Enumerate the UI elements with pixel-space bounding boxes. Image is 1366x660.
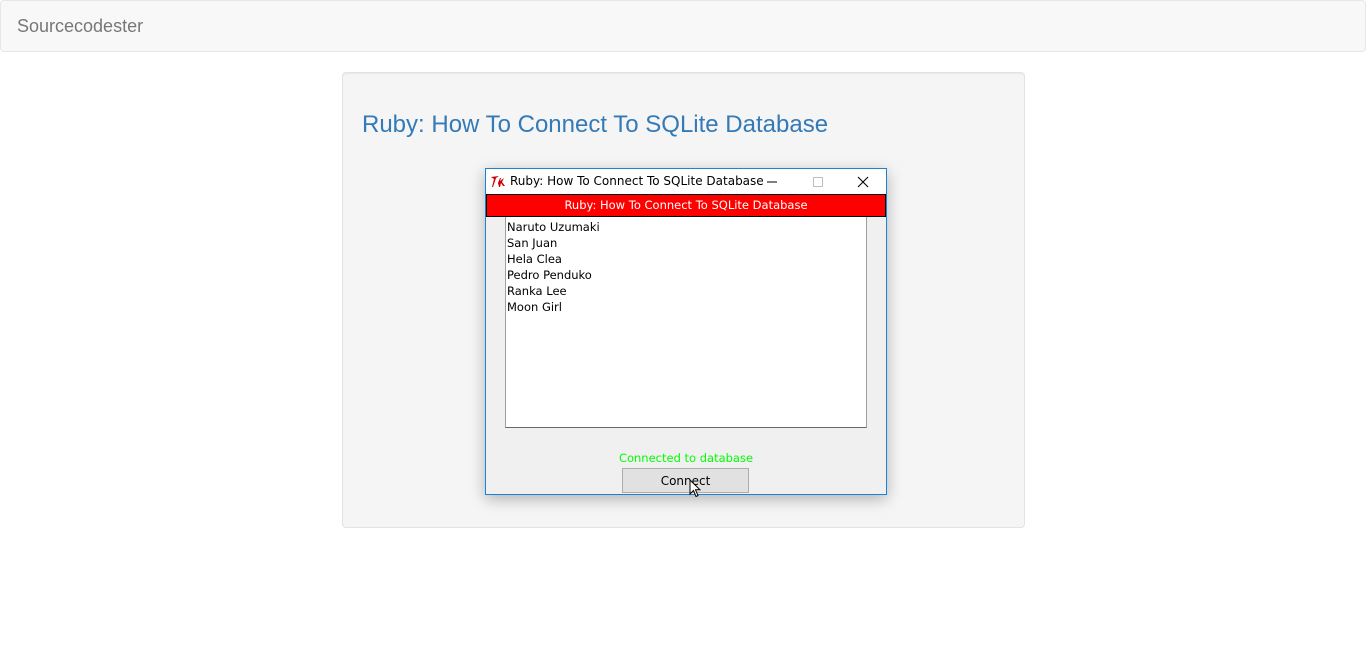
close-button[interactable] — [840, 169, 886, 194]
minimize-icon — [767, 181, 777, 183]
tk-feather-icon — [490, 174, 506, 190]
minimize-button[interactable] — [749, 169, 795, 194]
list-item[interactable]: San Juan — [507, 235, 557, 251]
page-title: Ruby: How To Connect To SQLite Database — [362, 111, 829, 138]
tk-app-window: Ruby: How To Connect To SQLite Database … — [485, 168, 887, 495]
connection-status: Connected to database — [618, 451, 754, 465]
list-item[interactable]: Ranka Lee — [507, 283, 567, 299]
close-icon — [857, 176, 869, 188]
maximize-button[interactable] — [795, 169, 841, 194]
connect-button[interactable]: Connect — [622, 468, 749, 493]
list-item[interactable]: Moon Girl — [507, 299, 562, 315]
window-titlebar[interactable]: Ruby: How To Connect To SQLite Database — [486, 169, 886, 194]
list-item[interactable]: Naruto Uzumaki — [507, 219, 600, 235]
navbar-brand[interactable]: Sourcecodester — [17, 16, 143, 36]
list-item[interactable]: Hela Clea — [507, 251, 562, 267]
maximize-icon — [813, 177, 823, 187]
list-item[interactable]: Pedro Penduko — [507, 267, 592, 283]
names-listbox[interactable]: Naruto Uzumaki San Juan Hela Clea Pedro … — [505, 217, 867, 428]
navbar: Sourcecodester — [0, 0, 1366, 52]
window-title: Ruby: How To Connect To SQLite Database — [510, 174, 764, 188]
app-header-label: Ruby: How To Connect To SQLite Database — [486, 194, 886, 217]
